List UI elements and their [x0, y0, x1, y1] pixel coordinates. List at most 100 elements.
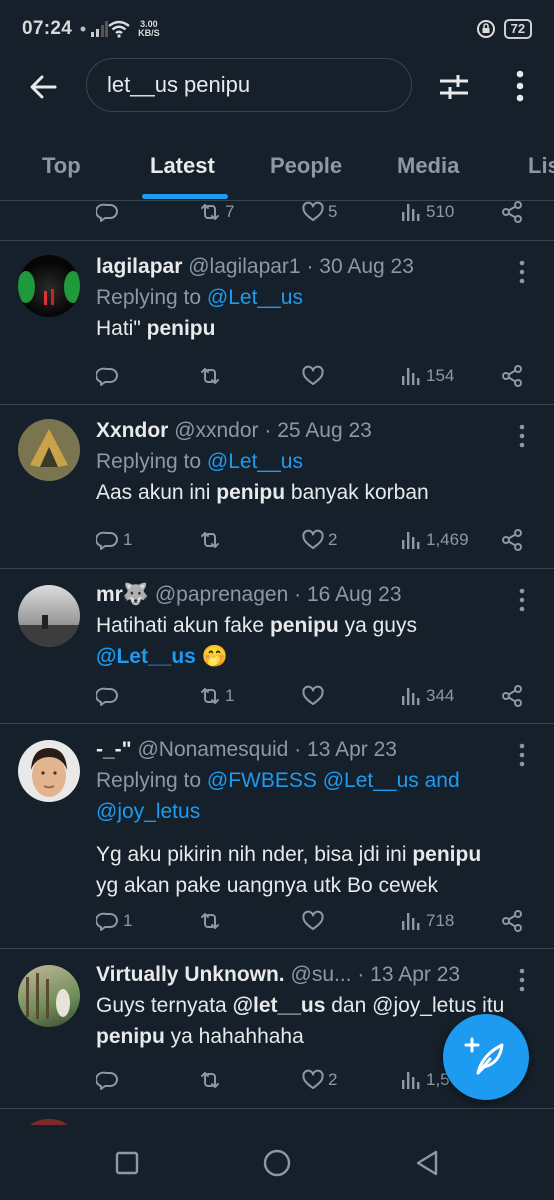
- views-button[interactable]: 344: [399, 681, 454, 711]
- tweet-more-icon[interactable]: [512, 259, 532, 285]
- tweet-partial[interactable]: 7 5 510: [0, 201, 554, 241]
- heart-icon: [302, 365, 324, 385]
- tweet-more-icon[interactable]: [512, 423, 532, 449]
- retweet-button[interactable]: 1: [198, 681, 234, 711]
- comment-icon: [96, 687, 118, 706]
- like-button[interactable]: [301, 361, 325, 391]
- tweet-header: Xxndor @xxndor · 25 Aug 23: [96, 415, 536, 446]
- views-button[interactable]: 510: [399, 201, 454, 227]
- user-name[interactable]: Xxndor: [96, 419, 168, 442]
- heart-icon: [302, 529, 324, 549]
- mention-link[interactable]: @joy_letus: [96, 800, 200, 823]
- retweet-button[interactable]: [198, 906, 222, 936]
- search-filter-button[interactable]: [437, 70, 471, 104]
- user-name[interactable]: mr🐺: [96, 583, 149, 606]
- tweet-date: · 30 Aug 23: [306, 255, 414, 278]
- wifi-icon: [108, 20, 130, 38]
- tweet-more-icon[interactable]: [512, 742, 532, 768]
- user-handle[interactable]: @xxndor: [174, 419, 258, 442]
- retweet-button[interactable]: 7: [198, 201, 234, 227]
- user-handle[interactable]: @lagilapar1: [188, 255, 300, 278]
- views-button[interactable]: 718: [399, 906, 454, 936]
- like-button[interactable]: 2: [301, 1065, 337, 1095]
- recents-icon[interactable]: [112, 1148, 142, 1178]
- views-button[interactable]: 154: [399, 361, 454, 391]
- views-button[interactable]: 1,469: [399, 525, 469, 555]
- search-input[interactable]: let__us penipu: [86, 58, 412, 112]
- retweet-icon: [201, 368, 219, 384]
- signal-icon: [91, 21, 109, 37]
- mention-link[interactable]: @Let__us: [96, 645, 196, 668]
- tweet-text-part: Hatihati akun fake: [96, 614, 270, 637]
- tweet-more-icon[interactable]: [512, 967, 532, 993]
- share-button[interactable]: [500, 525, 524, 555]
- tweet-date: · 13 Apr 23: [294, 738, 397, 761]
- like-button[interactable]: [301, 906, 325, 936]
- share-button[interactable]: [500, 201, 524, 227]
- share-button[interactable]: [500, 906, 524, 936]
- user-handle[interactable]: @paprenagen: [155, 583, 288, 606]
- tweet-feed[interactable]: 7 5 510 lagilapar @lagilapar1 · 30 Aug 2: [0, 201, 554, 1125]
- home-icon[interactable]: [262, 1148, 292, 1178]
- mention-link[interactable]: @FWBESS @Let__us and: [207, 769, 460, 792]
- back-nav-icon[interactable]: [412, 1148, 442, 1178]
- back-button[interactable]: [26, 70, 60, 104]
- mention-link[interactable]: @Let__us: [207, 286, 303, 309]
- like-count: 5: [328, 202, 338, 221]
- tweet-body: mr🐺 @paprenagen · 16 Aug 23 Hatihati aku…: [96, 579, 536, 672]
- tab-latest[interactable]: Latest: [150, 140, 215, 192]
- tweet-card[interactable]: lagilapar @lagilapar1 · 30 Aug 23 Replyi…: [0, 241, 554, 405]
- like-button[interactable]: 5: [301, 201, 337, 227]
- retweet-button[interactable]: [198, 525, 222, 555]
- retweet-button[interactable]: [198, 1065, 222, 1095]
- reply-button[interactable]: [96, 201, 120, 227]
- heart-icon: [302, 201, 324, 221]
- tweet-card[interactable]: Xxndor @xxndor · 25 Aug 23 Replying to @…: [0, 405, 554, 569]
- tweet-more-icon[interactable]: [512, 587, 532, 613]
- like-button[interactable]: 2: [301, 525, 337, 555]
- avatar[interactable]: [18, 740, 80, 802]
- avatar-image: [26, 973, 70, 1019]
- tweet-card[interactable]: -_-" @Nonamesquid · 13 Apr 23 Replying t…: [0, 724, 554, 949]
- tweet-text: Hatihati akun fake penipu ya guys: [96, 610, 536, 641]
- status-bar: 07:24 3.00 KB/S 72: [0, 0, 554, 58]
- user-name[interactable]: lagilapar: [96, 255, 182, 278]
- mention-link[interactable]: @Let__us: [207, 450, 303, 473]
- like-button[interactable]: [301, 681, 325, 711]
- tab-people[interactable]: People: [270, 140, 342, 192]
- user-name[interactable]: -_-": [96, 738, 132, 761]
- views-chart-icon: [402, 368, 420, 385]
- avatar[interactable]: [18, 585, 80, 647]
- reply-button[interactable]: 1: [96, 525, 132, 555]
- compose-tweet-button[interactable]: [443, 1014, 529, 1100]
- view-count: 1,469: [426, 530, 469, 549]
- views-button[interactable]: 1,5: [399, 1065, 450, 1095]
- avatar[interactable]: [18, 965, 80, 1027]
- tweet-actions: 1 2 1,469: [96, 525, 536, 555]
- share-button[interactable]: [500, 681, 524, 711]
- user-handle[interactable]: @su...: [291, 963, 352, 986]
- tweet-text-line: @Let__us 🤭: [96, 641, 536, 672]
- tweet-card[interactable]: mr🐺 @paprenagen · 16 Aug 23 Hatihati aku…: [0, 569, 554, 724]
- tab-top[interactable]: Top: [42, 140, 81, 192]
- search-tabs: Top Latest People Media Lis: [0, 140, 554, 200]
- avatar[interactable]: [18, 255, 80, 317]
- retweet-count: 1: [225, 686, 235, 705]
- reply-button[interactable]: [96, 681, 120, 711]
- tab-lists[interactable]: Lis: [528, 140, 554, 192]
- reply-button[interactable]: [96, 1065, 120, 1095]
- view-count: 718: [426, 911, 455, 930]
- tweet-text: Hati" penipu: [96, 313, 536, 344]
- tweet-header: -_-" @Nonamesquid · 13 Apr 23: [96, 734, 536, 765]
- overflow-menu-button[interactable]: [505, 68, 535, 104]
- tab-media[interactable]: Media: [397, 140, 459, 192]
- avatar[interactable]: [18, 419, 80, 481]
- lock-rotation-icon: [476, 20, 495, 38]
- share-button[interactable]: [500, 361, 524, 391]
- user-name[interactable]: Virtually Unknown.: [96, 963, 285, 986]
- user-handle[interactable]: @Nonamesquid: [137, 738, 288, 761]
- reply-button[interactable]: 1: [96, 906, 132, 936]
- retweet-button[interactable]: [198, 361, 222, 391]
- tweet-actions: 7 5 510: [96, 201, 536, 227]
- reply-button[interactable]: [96, 361, 120, 391]
